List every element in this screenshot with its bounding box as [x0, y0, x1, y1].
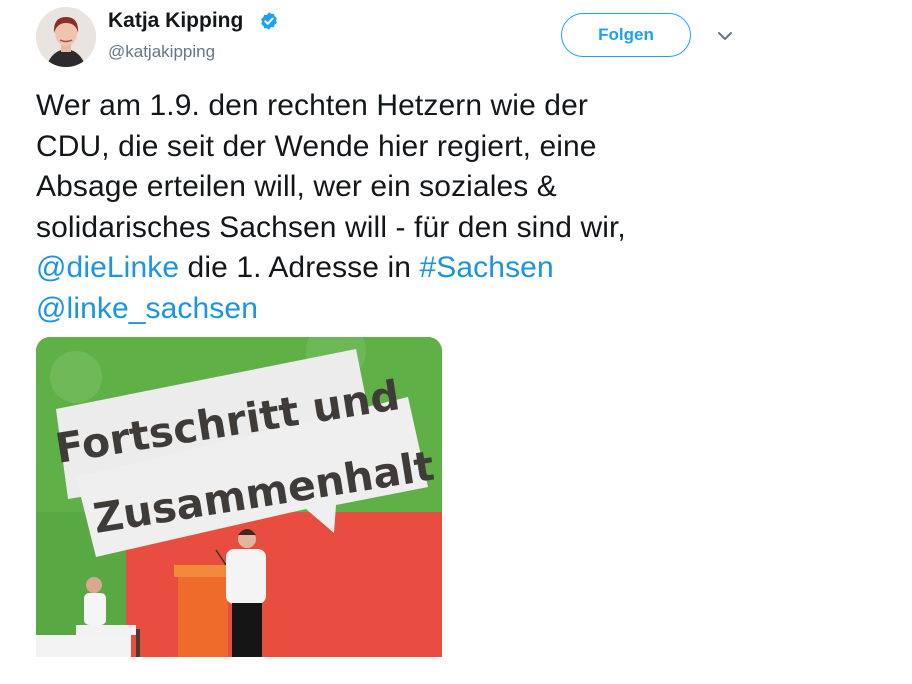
display-name[interactable]: Katja Kipping [108, 9, 243, 33]
user-handle[interactable]: @katjakipping [108, 42, 215, 62]
chevron-down-icon[interactable] [714, 27, 736, 45]
follow-button[interactable]: Folgen [561, 13, 691, 57]
tweet-line: @linke_sachsen [36, 289, 736, 330]
tweet-text: Wer am 1.9. den rechten Hetzern wie der … [36, 86, 736, 329]
hashtag-link-sachsen[interactable]: #Sachsen [420, 251, 554, 284]
mention-link-linke-sachsen[interactable]: @linke_sachsen [36, 292, 258, 325]
mention-link-dielinke[interactable]: @dieLinke [36, 251, 179, 284]
tweet-line: Wer am 1.9. den rechten Hetzern wie der [36, 89, 588, 122]
tweet-media-image[interactable]: Fortschritt und Zusammenhalt [36, 337, 442, 657]
tweet-line: Absage erteilen will, wer ein soziales & [36, 170, 557, 203]
verified-badge-icon [261, 12, 277, 30]
avatar-photo [36, 7, 96, 67]
tweet-line: CDU, die seit der Wende hier regiert, ei… [36, 129, 597, 163]
avatar[interactable] [36, 7, 96, 67]
tweet-line: @dieLinke die 1. Adresse in #Sachsen [36, 248, 736, 289]
stage-photo: Fortschritt und Zusammenhalt [36, 337, 442, 657]
tweet-text-fragment: die 1. Adresse in [179, 251, 420, 284]
tweet-line: solidarisches Sachsen will - für den sin… [36, 210, 626, 244]
